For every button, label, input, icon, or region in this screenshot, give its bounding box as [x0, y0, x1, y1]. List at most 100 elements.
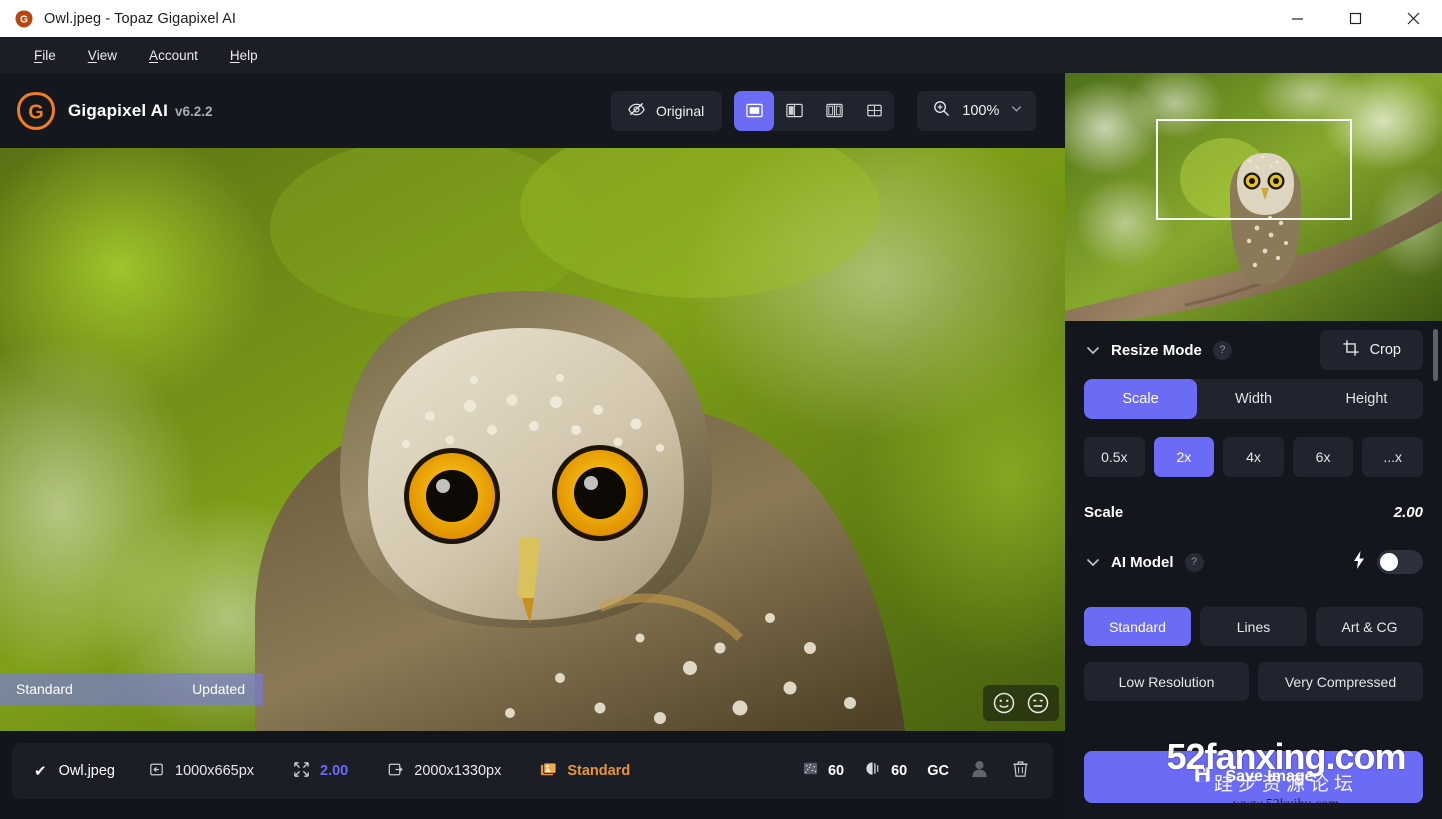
ai-model-row-2: Low Resolution Very Compressed	[1084, 662, 1423, 701]
eye-slash-icon	[627, 100, 646, 122]
scale-preset-6x[interactable]: 6x	[1293, 437, 1354, 477]
close-button[interactable]	[1384, 0, 1442, 37]
resize-mode-width[interactable]: Width	[1197, 379, 1310, 419]
output-size-label: 2000x1330px	[414, 763, 501, 779]
owl-image-preview	[0, 148, 1065, 731]
navigator-preview[interactable]	[1065, 73, 1442, 321]
image-canvas[interactable]: Standard Updated	[0, 148, 1065, 731]
settings-panel: Resize Mode ? Crop Scale Width Height	[1065, 73, 1442, 819]
view-mode-single-view[interactable]	[734, 91, 774, 131]
chevron-down-icon[interactable]	[1084, 341, 1102, 359]
ai-model-low-resolution[interactable]: Low Resolution	[1084, 662, 1249, 701]
smiley-neutral-icon[interactable]	[1026, 691, 1050, 715]
scale-value-group: 2.00	[292, 760, 348, 783]
scale-preset-custom[interactable]: ...x	[1362, 437, 1423, 477]
scale-preset-4x[interactable]: 4x	[1223, 437, 1284, 477]
original-toggle-button[interactable]: Original	[611, 91, 722, 131]
crop-button-label: Crop	[1370, 342, 1401, 358]
maximize-button[interactable]	[1326, 0, 1384, 37]
navigator-viewport-rectangle[interactable]	[1156, 119, 1352, 220]
file-row[interactable]: ✔ Owl.jpeg 1000x665px	[12, 743, 1053, 799]
scale-field-label: Scale	[1084, 504, 1123, 521]
panel-scrollbar[interactable]	[1433, 329, 1438, 381]
face-recovery-icon[interactable]	[969, 758, 990, 784]
crop-button[interactable]: Crop	[1320, 330, 1423, 370]
view-mode-split-view[interactable]	[774, 91, 814, 131]
scale-field-value[interactable]: 2.00	[1394, 504, 1423, 521]
zoom-level-value: 100%	[962, 103, 999, 119]
model-group: Standard	[539, 760, 630, 783]
scale-arrows-icon	[292, 760, 311, 783]
menu-item-account[interactable]: Account	[133, 37, 214, 73]
gigapixel-logo-icon: G	[14, 9, 34, 29]
noise-group[interactable]: 60	[801, 759, 844, 783]
smiley-happy-icon[interactable]	[992, 691, 1016, 715]
chevron-down-icon	[1010, 102, 1023, 119]
menu-label-account-rest: ccount	[158, 48, 198, 63]
menu-label-view-rest: iew	[97, 48, 117, 63]
save-zone: Save Image	[1065, 735, 1442, 819]
resize-mode-segmented-control: Scale Width Height	[1084, 379, 1423, 419]
blur-value-label: 60	[891, 763, 907, 779]
minimize-button[interactable]	[1268, 0, 1326, 37]
resize-mode-title: Resize Mode	[1111, 342, 1202, 359]
ai-model-header: AI Model ?	[1084, 533, 1423, 591]
gigapixel-app-window: G Owl.jpeg - Topaz Gigapixel AI File Vie…	[0, 0, 1442, 819]
view-mode-group	[734, 91, 894, 131]
trash-icon[interactable]	[1010, 758, 1031, 784]
file-selected-check-icon[interactable]: ✔	[34, 762, 47, 780]
view-mode-grid-view[interactable]	[854, 91, 894, 131]
resize-mode-header: Resize Mode ? Crop	[1084, 321, 1423, 379]
resize-mode-height[interactable]: Height	[1310, 379, 1423, 419]
scale-preset-row: 0.5x 2x 4x 6x ...x	[1084, 437, 1423, 477]
blur-group[interactable]: 60	[864, 759, 907, 783]
chevron-down-icon[interactable]	[1084, 553, 1102, 571]
menu-item-help[interactable]: Help	[214, 37, 274, 73]
ai-model-art-and-cg[interactable]: Art & CG	[1316, 607, 1423, 646]
ai-model-title: AI Model	[1111, 554, 1174, 571]
noise-grain-icon	[801, 759, 820, 783]
menu-bar: File View Account Help	[0, 37, 1442, 73]
view-mode-side-by-side-view[interactable]	[814, 91, 854, 131]
gigapixel-brand-logo-icon: G	[16, 91, 56, 131]
scale-preset-0-5x[interactable]: 0.5x	[1084, 437, 1145, 477]
brand-name: Gigapixel AI	[68, 101, 168, 121]
ai-model-toggle-group	[1351, 550, 1423, 574]
feedback-buttons	[983, 685, 1059, 721]
save-image-button[interactable]: Save Image	[1084, 751, 1423, 803]
file-status-bar: ✔ Owl.jpeg 1000x665px	[0, 731, 1065, 819]
window-title-text: Owl.jpeg - Topaz Gigapixel AI	[44, 11, 236, 27]
zoom-in-icon	[932, 99, 951, 122]
app-toolbar: G Gigapixel AI v6.2.2 Original	[0, 73, 1065, 148]
ai-model-very-compressed[interactable]: Very Compressed	[1258, 662, 1423, 701]
menu-item-view[interactable]: View	[72, 37, 133, 73]
ai-model-lines[interactable]: Lines	[1200, 607, 1307, 646]
ai-model-help-icon[interactable]: ?	[1185, 553, 1204, 572]
resize-mode-scale[interactable]: Scale	[1084, 379, 1197, 419]
preview-status-overlay: Standard Updated	[0, 673, 263, 705]
scale-preset-2x[interactable]: 2x	[1154, 437, 1215, 477]
image-model-icon	[539, 760, 558, 783]
resize-mode-help-icon[interactable]: ?	[1213, 341, 1232, 360]
output-dimensions-icon	[386, 760, 405, 783]
input-size-group: 1000x665px	[147, 760, 254, 783]
brand-version: v6.2.2	[175, 104, 213, 119]
gc-label[interactable]: GC	[927, 763, 949, 779]
preview-state-label: Updated	[192, 681, 245, 697]
toggle-knob	[1380, 553, 1398, 571]
floppy-save-icon	[1193, 765, 1212, 789]
panel-scroll-area: Resize Mode ? Crop Scale Width Height	[1065, 321, 1442, 747]
lightning-bolt-icon	[1351, 551, 1367, 573]
input-dimensions-icon	[147, 760, 166, 783]
ai-model-row-1: Standard Lines Art & CG	[1084, 607, 1423, 646]
preview-model-label: Standard	[16, 681, 73, 697]
window-controls	[1268, 0, 1442, 37]
zoom-control[interactable]: 100%	[917, 91, 1036, 131]
ai-model-standard[interactable]: Standard	[1084, 607, 1191, 646]
svg-text:G: G	[20, 14, 28, 25]
output-size-group: 2000x1330px	[386, 760, 501, 783]
ai-model-auto-toggle[interactable]	[1377, 550, 1423, 574]
menu-item-file[interactable]: File	[18, 37, 72, 73]
input-size-label: 1000x665px	[175, 763, 254, 779]
noise-value-label: 60	[828, 763, 844, 779]
